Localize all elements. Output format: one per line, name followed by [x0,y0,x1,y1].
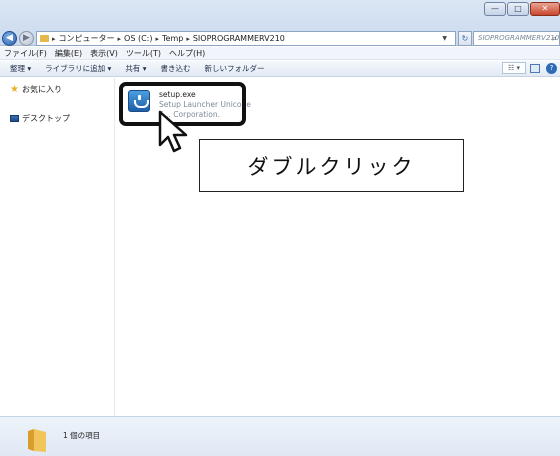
share-button[interactable]: 共有 ▾ [125,63,146,74]
breadcrumb-folder[interactable]: SIOPROGRAMMERV210 [193,34,285,43]
forward-icon[interactable]: ▶ [19,30,34,46]
preview-pane-button[interactable] [530,63,540,73]
view-controls: ☷ ▾ ? [502,62,560,74]
address-bar[interactable]: ▸ コンピューター ▸ OS (C:) ▸ Temp ▸ SIOPROGRAMM… [36,31,456,46]
nav-item-favorites[interactable]: ★ お気に入り [10,84,62,95]
callout-label: ダブルクリック [199,139,464,192]
breadcrumb-drive[interactable]: OS (C:) [124,34,152,43]
search-icon[interactable]: ⌕ [553,32,557,45]
chevron-down-icon[interactable]: ▼ [442,35,447,42]
folder-icon [40,35,49,42]
breadcrumb-separator: ▸ [186,34,190,43]
window-controls: — □ ✕ [483,2,560,16]
breadcrumb-temp[interactable]: Temp [162,34,183,43]
help-icon[interactable]: ? [546,62,557,74]
breadcrumb-separator: ▸ [52,34,56,43]
item-count: 1 個の項目 [63,431,101,440]
view-options-button[interactable]: ☷ ▾ [502,62,526,74]
menu-view[interactable]: 表示(V) [90,48,118,59]
navigation-pane: ★ お気に入り デスクトップ [0,78,115,416]
breadcrumb-computer[interactable]: コンピューター [59,33,115,44]
breadcrumb-separator: ▸ [117,34,122,43]
close-button[interactable]: ✕ [530,2,560,16]
nav-item-label: お気に入り [21,85,62,94]
desktop-icon [10,115,19,122]
burn-button[interactable]: 書き込む [160,63,190,74]
search-input[interactable]: SIOPROGRAMMERV210... ⌕ [473,31,560,46]
add-to-library-button[interactable]: ライブラリに追加 ▾ [45,63,111,74]
menu-tools[interactable]: ツール(T) [126,48,161,59]
status-bar: 1 個の項目 [0,416,560,456]
minimize-button[interactable]: — [484,2,506,16]
maximize-button[interactable]: □ [507,2,529,16]
menu-help[interactable]: ヘルプ(H) [169,48,205,59]
menu-file[interactable]: ファイル(F) [4,48,47,59]
menu-bar: ファイル(F) 編集(E) 表示(V) ツール(T) ヘルプ(H) [0,47,560,60]
nav-item-label: デスクトップ [22,114,70,123]
cursor-icon [158,110,188,153]
breadcrumb-separator: ▸ [155,34,159,43]
nav-item-desktop[interactable]: デスクトップ [10,113,70,124]
menu-edit[interactable]: 編集(E) [55,48,82,59]
file-list: setup.exe Setup Launcher Unicode S... Co… [116,78,560,416]
organize-button[interactable]: 整理 ▾ [10,63,31,74]
search-placeholder: SIOPROGRAMMERV210... [478,34,560,42]
new-folder-button[interactable]: 新しいフォルダー [204,63,264,74]
refresh-icon[interactable]: ↻ [458,31,472,46]
back-icon[interactable]: ◀ [2,30,17,46]
command-bar: 整理 ▾ ライブラリに追加 ▾ 共有 ▾ 書き込む 新しいフォルダー ☷ ▾ ? [0,61,560,77]
folder-icon [28,429,46,452]
star-icon: ★ [10,84,19,95]
